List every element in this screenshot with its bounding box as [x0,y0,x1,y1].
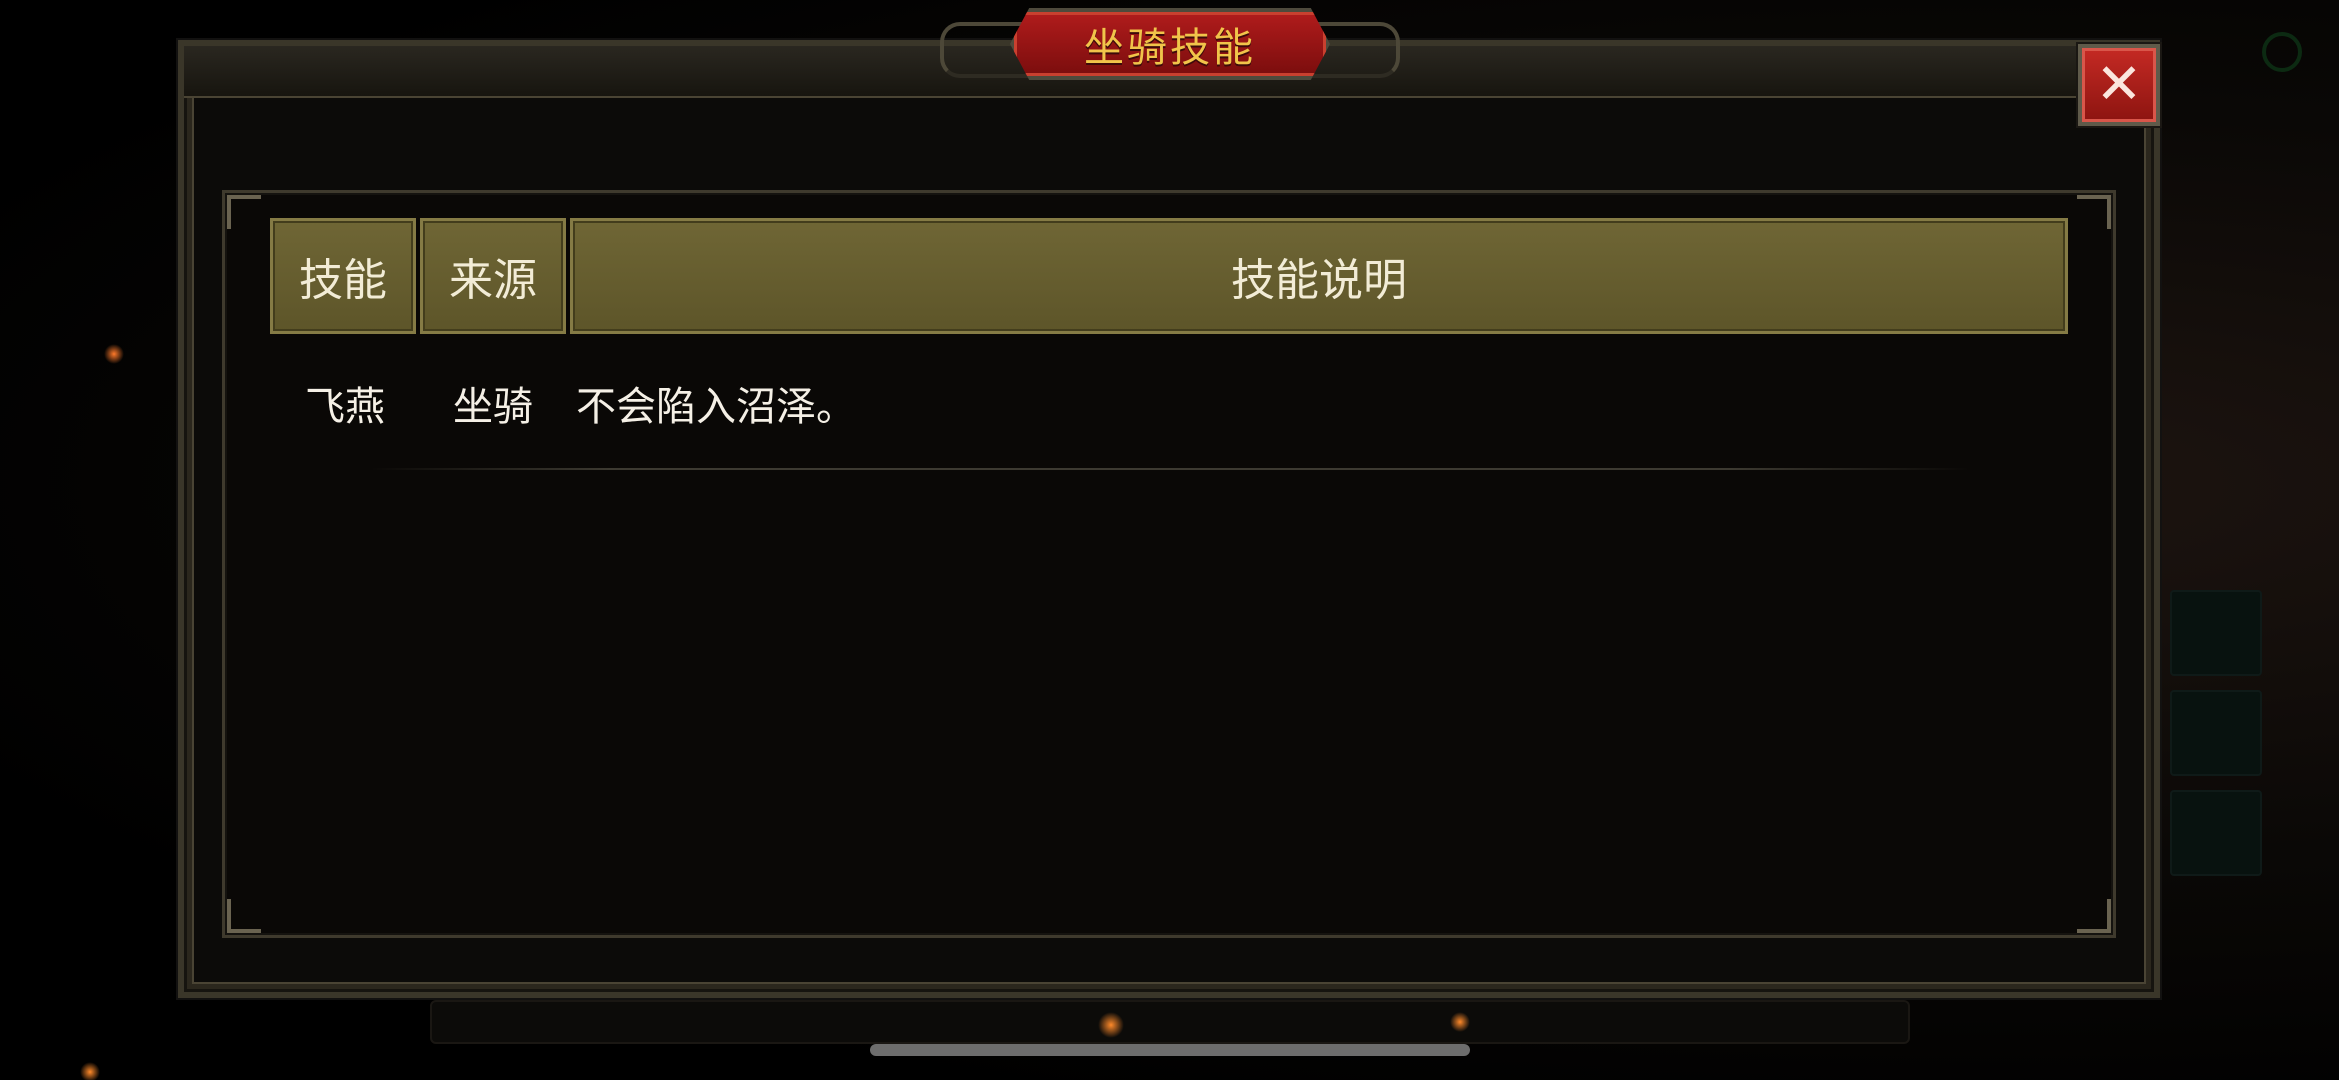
background-tile [2170,590,2262,676]
header-source: 来源 [420,218,566,334]
panel-corner-ornament [227,899,261,933]
game-screen: 坐骑技能 ✕ 技能 来源 技能说明 飞燕 坐骑 不会陷入沼泽。 [0,0,2339,1080]
row-divider [370,468,1970,470]
background-tile [2170,790,2262,876]
skill-name: 飞燕 [305,384,385,430]
dialog-title: 坐骑技能 [1084,25,1256,71]
dialog-title-plate: 坐骑技能 [1010,8,1330,80]
header-skill: 技能 [270,218,416,334]
background-side-buttons [2170,90,2320,910]
skill-table-header: 技能 来源 技能说明 [270,218,2068,334]
close-button[interactable]: ✕ [2078,44,2160,126]
panel-corner-ornament [227,195,261,229]
skill-source: 坐骑 [453,384,533,430]
panel-corner-ornament [2077,899,2111,933]
ember-particle [80,1062,100,1080]
background-chat-bar [430,1000,1910,1044]
ember-particle [1098,1012,1124,1038]
header-description: 技能说明 [570,218,2068,334]
background-tile [2170,690,2262,776]
background-indicator-icon [2262,32,2302,72]
panel-corner-ornament [2077,195,2111,229]
home-indicator[interactable] [870,1044,1470,1056]
skill-description: 不会陷入沼泽。 [576,384,856,430]
ember-particle [1450,1012,1470,1032]
table-row: 飞燕 坐骑 不会陷入沼泽。 [270,370,2068,436]
ember-particle [104,344,124,364]
close-icon: ✕ [2095,52,2143,117]
